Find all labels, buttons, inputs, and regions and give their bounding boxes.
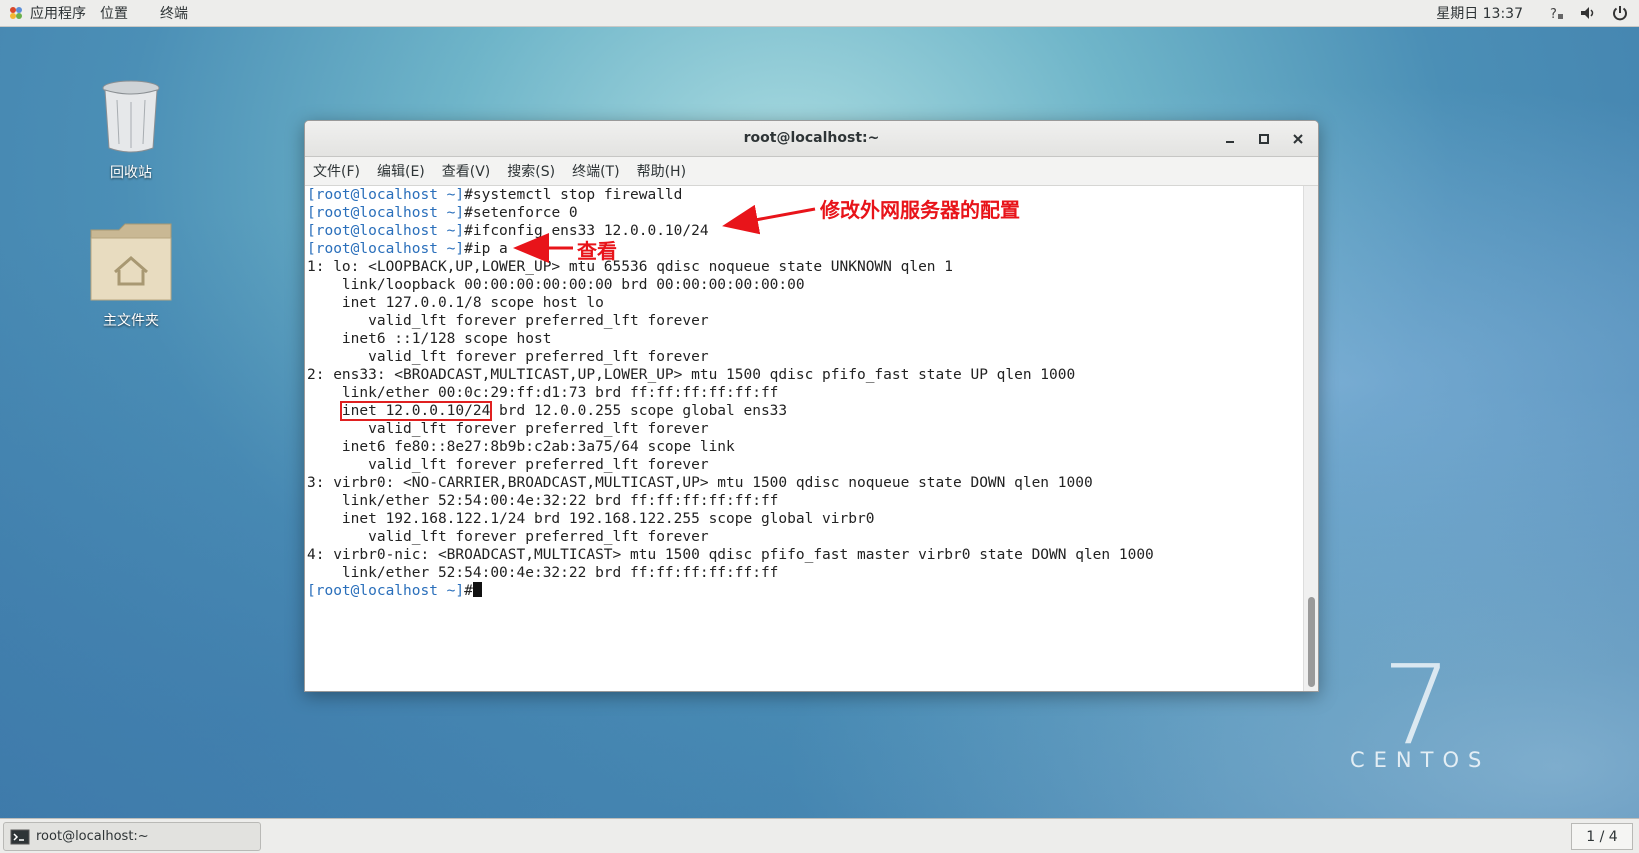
taskbar-terminal-button[interactable]: root@localhost:~: [3, 822, 261, 851]
workspace-pager[interactable]: 1 / 4: [1571, 823, 1633, 850]
annotation-config-note: 修改外网服务器的配置: [820, 198, 1020, 222]
terminal-icon: [10, 829, 30, 844]
annotation-arrow-config: [722, 204, 816, 235]
taskbar-terminal-label: root@localhost:~: [36, 829, 149, 844]
annotation-layer: [513, 204, 816, 263]
annotation-view-note: 查看: [577, 239, 617, 263]
bottom-panel: root@localhost:~ 1 / 4: [0, 818, 1639, 853]
